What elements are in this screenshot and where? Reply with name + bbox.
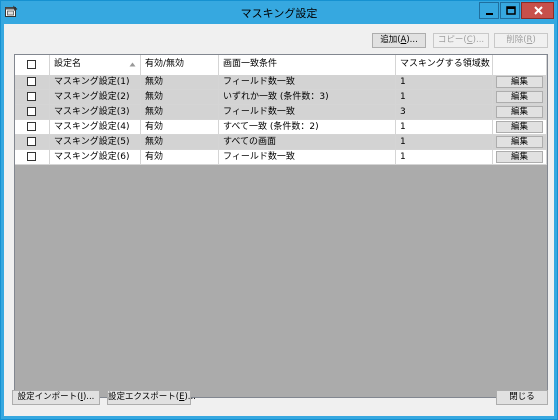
edit-button[interactable]: 編集 (496, 106, 543, 118)
edit-button[interactable]: 編集 (496, 91, 543, 103)
row-select-cell[interactable] (15, 105, 50, 120)
window-title: マスキング設定 (240, 7, 318, 20)
table-row[interactable]: マスキング設定(4) 有効 すべて一致 (条件数：2) 1 編集 (15, 120, 547, 135)
region-count-cell: 1 (396, 120, 493, 135)
edit-button[interactable]: 編集 (496, 76, 543, 88)
masking-settings-window: マスキング設定 追加(A)... コピー(C)... 削除(R) 設定名 有効/… (0, 0, 558, 420)
copy-button[interactable]: コピー(C)... (433, 33, 489, 48)
screen-condition-cell: フィールド数一致 (219, 150, 396, 165)
edit-cell: 編集 (493, 90, 547, 105)
status-cell: 有効 (141, 150, 219, 165)
screen-condition-cell: いずれか一致 (条件数：3) (219, 90, 396, 105)
row-checkbox[interactable] (27, 107, 36, 116)
status-cell: 無効 (141, 75, 219, 90)
edit-cell: 編集 (493, 120, 547, 135)
minimize-button[interactable] (479, 2, 499, 19)
row-select-cell[interactable] (15, 150, 50, 165)
import-settings-button[interactable]: 設定インポート(I)... (12, 390, 100, 405)
header-edit (493, 55, 547, 75)
status-cell: 無効 (141, 105, 219, 120)
title-bar[interactable]: マスキング設定 (1, 1, 557, 23)
region-count-cell: 1 (396, 135, 493, 150)
row-select-cell[interactable] (15, 90, 50, 105)
setting-name-cell: マスキング設定(1) (50, 75, 141, 90)
maximize-button[interactable] (500, 2, 520, 19)
table-row[interactable]: マスキング設定(2) 無効 いずれか一致 (条件数：3) 1 編集 (15, 90, 547, 105)
screen-condition-cell: すべて一致 (条件数：2) (219, 120, 396, 135)
row-checkbox[interactable] (27, 122, 36, 131)
region-count-cell: 1 (396, 150, 493, 165)
export-settings-button[interactable]: 設定エクスポート(E)... (107, 390, 196, 405)
table-row[interactable]: マスキング設定(5) 無効 すべての画面 1 編集 (15, 135, 547, 150)
table-header: 設定名 有効/無効 画面一致条件 マスキングする領域数 (15, 55, 547, 76)
status-cell: 有効 (141, 120, 219, 135)
close-window-button[interactable] (521, 2, 554, 19)
edit-button[interactable]: 編集 (496, 151, 543, 163)
add-button[interactable]: 追加(A)... (372, 33, 426, 48)
edit-button[interactable]: 編集 (496, 121, 543, 133)
region-count-cell: 3 (396, 105, 493, 120)
table-row[interactable]: マスキング設定(1) 無効 フィールド数一致 1 編集 (15, 75, 547, 90)
header-status[interactable]: 有効/無効 (141, 55, 219, 75)
region-count-cell: 1 (396, 75, 493, 90)
row-select-cell[interactable] (15, 75, 50, 90)
close-button[interactable]: 閉じる (496, 390, 548, 405)
screen-condition-cell: すべての画面 (219, 135, 396, 150)
row-select-cell[interactable] (15, 135, 50, 150)
maximize-icon (506, 6, 516, 15)
sort-ascending-icon (129, 62, 136, 67)
screen-condition-cell: フィールド数一致 (219, 75, 396, 90)
status-cell: 無効 (141, 90, 219, 105)
edit-cell: 編集 (493, 105, 547, 120)
status-cell: 無効 (141, 135, 219, 150)
setting-name-cell: マスキング設定(5) (50, 135, 141, 150)
edit-cell: 編集 (493, 75, 547, 90)
edit-cell: 編集 (493, 135, 547, 150)
row-checkbox[interactable] (27, 152, 36, 161)
screen-condition-cell: フィールド数一致 (219, 105, 396, 120)
close-icon (534, 6, 543, 15)
row-checkbox[interactable] (27, 92, 36, 101)
header-setting-name-label: 設定名 (54, 59, 82, 69)
setting-name-cell: マスキング設定(3) (50, 105, 141, 120)
setting-name-cell: マスキング設定(2) (50, 90, 141, 105)
masking-settings-table: 設定名 有効/無効 画面一致条件 マスキングする領域数 マスキング設定(1) 無効… (14, 54, 548, 398)
setting-name-cell: マスキング設定(4) (50, 120, 141, 135)
header-setting-name[interactable]: 設定名 (50, 55, 141, 75)
select-all-checkbox[interactable] (27, 60, 36, 69)
select-all-cell[interactable] (15, 55, 50, 75)
setting-name-cell: マスキング設定(6) (50, 150, 141, 165)
dialog-body: 追加(A)... コピー(C)... 削除(R) 設定名 有効/無効 画面一致条… (4, 24, 554, 416)
table-row[interactable]: マスキング設定(3) 無効 フィールド数一致 3 編集 (15, 105, 547, 120)
header-masked-region-count[interactable]: マスキングする領域数 (396, 55, 493, 75)
minimize-icon (486, 13, 493, 15)
header-screen-condition[interactable]: 画面一致条件 (219, 55, 396, 75)
delete-button[interactable]: 削除(R) (494, 33, 548, 48)
row-checkbox[interactable] (27, 77, 36, 86)
row-checkbox[interactable] (27, 137, 36, 146)
edit-cell: 編集 (493, 150, 547, 165)
table-row[interactable]: マスキング設定(6) 有効 フィールド数一致 1 編集 (15, 150, 547, 165)
region-count-cell: 1 (396, 90, 493, 105)
row-select-cell[interactable] (15, 120, 50, 135)
edit-button[interactable]: 編集 (496, 136, 543, 148)
